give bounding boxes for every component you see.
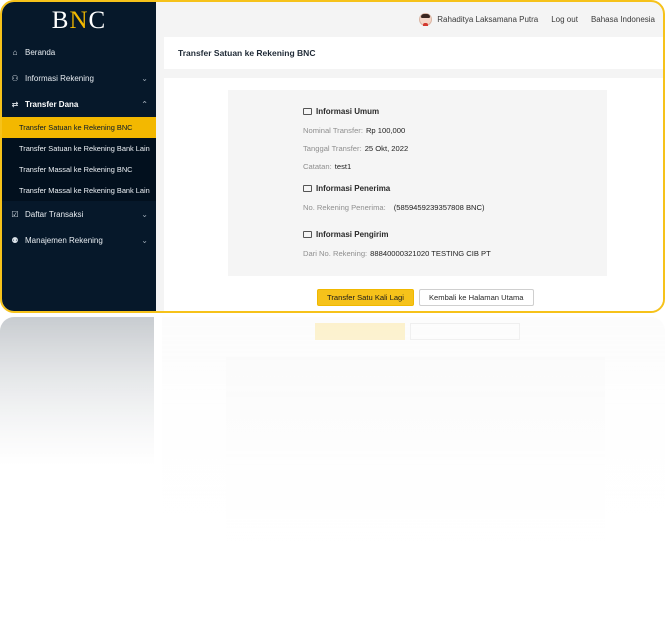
amount-value: Rp 100,000 xyxy=(365,126,406,135)
note-value: test1 xyxy=(334,162,352,171)
chevron-down-icon: ⌄ xyxy=(141,73,148,83)
logo-letter-b: B xyxy=(51,7,70,34)
sidebar-item-label: Manajemen Rekening xyxy=(25,235,103,245)
top-bar: Rahaditya Laksamana Putra Log out Bahasa… xyxy=(156,2,663,37)
chevron-down-icon: ⌄ xyxy=(141,235,148,245)
sidebar-subitem-transfer-satuan-bnc[interactable]: Transfer Satuan ke Rekening BNC xyxy=(2,117,156,138)
sidebar-subitem-label: Transfer Massal ke Rekening Bank Lain xyxy=(19,186,150,195)
sidebar-subitem-transfer-satuan-bank-lain[interactable]: Transfer Satuan ke Rekening Bank Lain xyxy=(2,138,156,159)
page-title: Transfer Satuan ke Rekening BNC xyxy=(164,37,663,69)
sidebar-subitem-transfer-massal-bnc[interactable]: Transfer Massal ke Rekening BNC xyxy=(2,159,156,180)
transfer-again-button[interactable]: Transfer Satu Kali Lagi xyxy=(317,289,414,306)
sender-account-value: 88840000321020 TESTING CIB PT xyxy=(370,249,491,258)
page-title-text: Transfer Satuan ke Rekening BNC xyxy=(178,48,316,58)
sidebar-subitem-label: Transfer Satuan ke Rekening BNC xyxy=(19,123,133,132)
app-window: BNC ⌂ Beranda ⚇ Informasi Rekening ⌄ ⇄ T… xyxy=(0,0,665,313)
reflection-fade xyxy=(0,317,669,632)
sidebar-item-label: Informasi Rekening xyxy=(25,73,94,83)
date-label: Tanggal Transfer xyxy=(303,144,360,153)
logout-link[interactable]: Log out xyxy=(551,15,578,24)
back-home-label: Kembali ke Halaman Utama xyxy=(428,293,524,302)
section-title-text: Informasi Penerima xyxy=(316,184,391,193)
sidebar: BNC ⌂ Beranda ⚇ Informasi Rekening ⌄ ⇄ T… xyxy=(2,2,156,311)
home-icon: ⌂ xyxy=(12,47,18,57)
user-profile[interactable]: Rahaditya Laksamana Putra xyxy=(419,13,538,26)
sidebar-item-beranda[interactable]: ⌂ Beranda xyxy=(2,39,156,65)
section-title-text: Informasi Pengirim xyxy=(316,230,389,239)
sidebar-subitem-transfer-massal-bank-lain[interactable]: Transfer Massal ke Rekening Bank Lain xyxy=(2,180,156,201)
date-value: 25 Okt, 2022 xyxy=(364,144,409,153)
sidebar-item-manajemen-rekening[interactable]: ⚉ Manajemen Rekening ⌄ xyxy=(2,227,156,253)
sidebar-item-daftar-transaksi[interactable]: ☑ Daftar Transaksi ⌄ xyxy=(2,201,156,227)
users-icon: ⚉ xyxy=(11,235,19,245)
recipient-account-row: No. Rekening Penerima: (5859459239357808 … xyxy=(303,203,485,212)
transfer-icon: ⇄ xyxy=(11,99,19,109)
sidebar-item-informasi-rekening[interactable]: ⚇ Informasi Rekening ⌄ xyxy=(2,65,156,91)
sidebar-item-transfer-dana[interactable]: ⇄ Transfer Dana ⌃ xyxy=(2,91,156,117)
folder-icon xyxy=(303,231,312,238)
general-info-title: Informasi Umum xyxy=(303,107,408,116)
sender-account-label: Dari No. Rekening xyxy=(303,249,366,258)
main-content: Informasi Umum Nominal Transfer: Rp 100,0… xyxy=(164,78,663,311)
bnc-logo[interactable]: BNC xyxy=(2,4,156,38)
sidebar-item-label: Daftar Transaksi xyxy=(25,209,84,219)
language-selector[interactable]: Bahasa Indonesia xyxy=(591,15,655,24)
general-info-section: Informasi Umum Nominal Transfer: Rp 100,0… xyxy=(303,107,408,180)
date-row: Tanggal Transfer: 25 Okt, 2022 xyxy=(303,144,409,153)
logo-letter-c: C xyxy=(88,7,107,34)
sidebar-subitem-label: Transfer Massal ke Rekening BNC xyxy=(19,165,133,174)
note-row: Catatan: test1 xyxy=(303,162,352,171)
sidebar-item-label: Transfer Dana xyxy=(25,99,79,109)
recipient-account-label: No. Rekening Penerima xyxy=(303,203,384,212)
action-buttons: Transfer Satu Kali Lagi Kembali ke Halam… xyxy=(317,289,534,306)
sender-account-row: Dari No. Rekening: 88840000321020 TESTING… xyxy=(303,249,491,258)
user-name: Rahaditya Laksamana Putra xyxy=(437,15,539,24)
sidebar-subitem-label: Transfer Satuan ke Rekening Bank Lain xyxy=(19,144,150,153)
chevron-up-icon: ⌃ xyxy=(141,99,148,109)
sender-info-title: Informasi Pengirim xyxy=(303,230,491,239)
list-icon: ☑ xyxy=(11,209,19,219)
back-home-button[interactable]: Kembali ke Halaman Utama xyxy=(418,289,534,306)
sidebar-item-label: Beranda xyxy=(25,47,56,57)
card-icon xyxy=(303,108,312,115)
recipient-account-value: (5859459239357808 BNC) xyxy=(393,203,485,212)
sender-info-section: Informasi Pengirim Dari No. Rekening: 888… xyxy=(303,230,491,267)
section-title-text: Informasi Umum xyxy=(316,107,380,116)
transfer-again-label: Transfer Satu Kali Lagi xyxy=(327,293,404,302)
card-icon xyxy=(303,185,312,192)
chevron-down-icon: ⌄ xyxy=(141,209,148,219)
note-label: Catatan xyxy=(303,162,330,171)
amount-row: Nominal Transfer: Rp 100,000 xyxy=(303,126,406,135)
user-icon: ⚇ xyxy=(11,73,19,83)
recipient-info-title: Informasi Penerima xyxy=(303,184,485,193)
logo-letter-n: N xyxy=(69,7,89,34)
amount-label: Nominal Transfer xyxy=(303,126,361,135)
summary-panel: Informasi Umum Nominal Transfer: Rp 100,0… xyxy=(228,90,607,276)
recipient-info-section: Informasi Penerima No. Rekening Penerima… xyxy=(303,184,485,221)
avatar xyxy=(419,13,433,26)
